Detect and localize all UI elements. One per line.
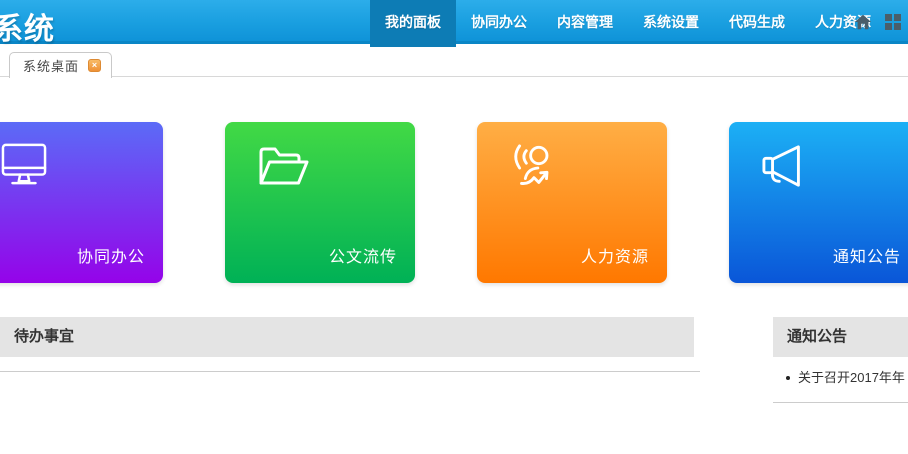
app-header: 系统 我的面板 协同办公 内容管理 系统设置 代码生成 人力资源 xyxy=(0,0,908,44)
home-icon[interactable] xyxy=(854,13,872,31)
grid-icon[interactable] xyxy=(884,13,902,31)
tile-notice[interactable]: 通知公告 xyxy=(729,122,908,283)
tile-label: 公文流传 xyxy=(329,243,397,267)
tab-bar: 系统桌面 × xyxy=(0,47,908,77)
main-nav: 我的面板 协同办公 内容管理 系统设置 代码生成 人力资源 xyxy=(370,0,886,47)
tile-collaboration[interactable]: 协同办公 xyxy=(0,122,163,283)
notice-panel-header: 通知公告 xyxy=(773,317,908,357)
folder-open-icon xyxy=(257,143,311,189)
header-icons xyxy=(854,0,902,44)
tile-label: 协同办公 xyxy=(77,243,145,267)
nav-item-system-settings[interactable]: 系统设置 xyxy=(628,0,714,47)
nav-item-content-mgmt[interactable]: 内容管理 xyxy=(542,0,628,47)
tile-document-flow[interactable]: 公文流传 xyxy=(225,122,415,283)
hr-person-icon xyxy=(509,143,559,193)
nav-item-my-dashboard[interactable]: 我的面板 xyxy=(370,0,456,47)
nav-item-collaboration[interactable]: 协同办公 xyxy=(456,0,542,47)
tile-label: 人力资源 xyxy=(581,243,649,267)
todo-panel-header: 待办事宜 xyxy=(0,317,694,357)
desktop-screen: 系统 我的面板 协同办公 内容管理 系统设置 代码生成 人力资源 系统桌面 × xyxy=(0,0,908,454)
nav-item-code-gen[interactable]: 代码生成 xyxy=(714,0,800,47)
tile-label: 通知公告 xyxy=(833,243,901,267)
notice-list-item[interactable]: 关于召开2017年年 xyxy=(786,368,908,388)
bullet-icon xyxy=(786,376,790,380)
notice-panel-divider xyxy=(773,402,908,403)
tab-system-desktop[interactable]: 系统桌面 × xyxy=(9,52,112,78)
notice-item-text: 关于召开2017年年 xyxy=(798,368,905,388)
tab-close-icon[interactable]: × xyxy=(88,59,101,72)
monitor-icon xyxy=(1,143,47,187)
megaphone-icon xyxy=(761,143,809,189)
tile-hr[interactable]: 人力资源 xyxy=(477,122,667,283)
app-title: 系统 xyxy=(0,4,55,48)
tab-label: 系统桌面 xyxy=(23,56,79,75)
todo-panel-divider xyxy=(0,371,700,372)
